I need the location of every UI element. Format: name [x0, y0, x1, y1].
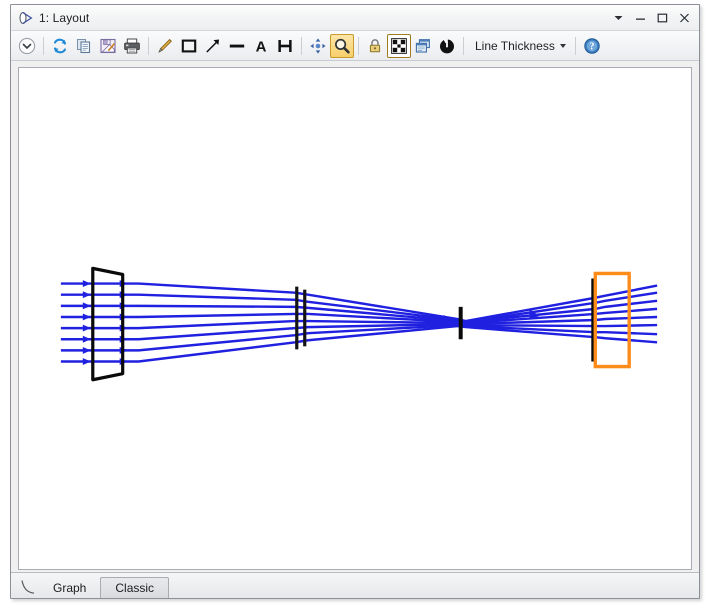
close-button[interactable]: [673, 8, 695, 28]
draw-thick-line-button[interactable]: [225, 34, 249, 58]
layout-canvas[interactable]: [18, 67, 692, 570]
title-bar: 1: Layout: [11, 5, 699, 31]
graph-curve-icon: [17, 576, 39, 598]
zoom-button[interactable]: [330, 33, 354, 58]
print-button[interactable]: [120, 34, 144, 58]
aperture-stop[interactable]: [458, 306, 463, 340]
separator-5: [463, 36, 464, 55]
separator-2: [148, 36, 149, 55]
copy-clipboard-button[interactable]: [72, 34, 96, 58]
help-button[interactable]: ?: [580, 34, 604, 58]
settings-chevron-button[interactable]: [15, 34, 39, 58]
mid-lens-group[interactable]: [295, 286, 307, 350]
canvas-container: [11, 61, 699, 572]
front-lens[interactable]: [91, 266, 125, 382]
line-thickness-label: Line Thickness: [475, 38, 555, 53]
maximize-button[interactable]: [651, 8, 673, 28]
dimension-button[interactable]: [273, 34, 297, 58]
add-text-button[interactable]: A: [249, 34, 273, 58]
separator-3: [301, 36, 302, 55]
update-button[interactable]: [48, 34, 72, 58]
draw-rectangle-button[interactable]: [177, 34, 201, 58]
tab-graph[interactable]: Graph: [39, 577, 100, 598]
line-thickness-dropdown[interactable]: Line Thickness: [468, 33, 571, 59]
lock-button[interactable]: [363, 34, 387, 58]
detach-window-button[interactable]: [411, 34, 435, 58]
tab-strip-filler: [169, 577, 699, 598]
window-title: 1: Layout: [39, 10, 90, 25]
pan-button[interactable]: [306, 34, 330, 58]
chevron-down-icon: [559, 43, 566, 48]
draw-arrow-button[interactable]: [201, 34, 225, 58]
svg-text:?: ?: [589, 41, 594, 52]
minimize-button[interactable]: [629, 8, 651, 28]
window-controls: [607, 8, 695, 28]
separator-6: [574, 36, 576, 55]
tab-classic[interactable]: Classic: [100, 577, 170, 598]
separator-4: [358, 36, 359, 55]
dropdown-menu-button[interactable]: [607, 8, 629, 28]
tab-strip: Graph Classic: [11, 572, 699, 598]
reset-button[interactable]: [435, 34, 459, 58]
ray-bundle: [60, 282, 658, 363]
fit-window-button[interactable]: [387, 33, 411, 58]
layout-window: 1: Layout A Line Thickness ? Graph Class…: [10, 4, 700, 599]
toolbar: A Line Thickness ?: [11, 31, 699, 61]
layout-lens-icon: [17, 9, 35, 27]
svg-text:A: A: [256, 38, 267, 54]
layout-diagram: [60, 266, 658, 382]
draw-line-button[interactable]: [153, 34, 177, 58]
separator-1: [43, 36, 44, 55]
save-image-button[interactable]: [96, 34, 120, 58]
